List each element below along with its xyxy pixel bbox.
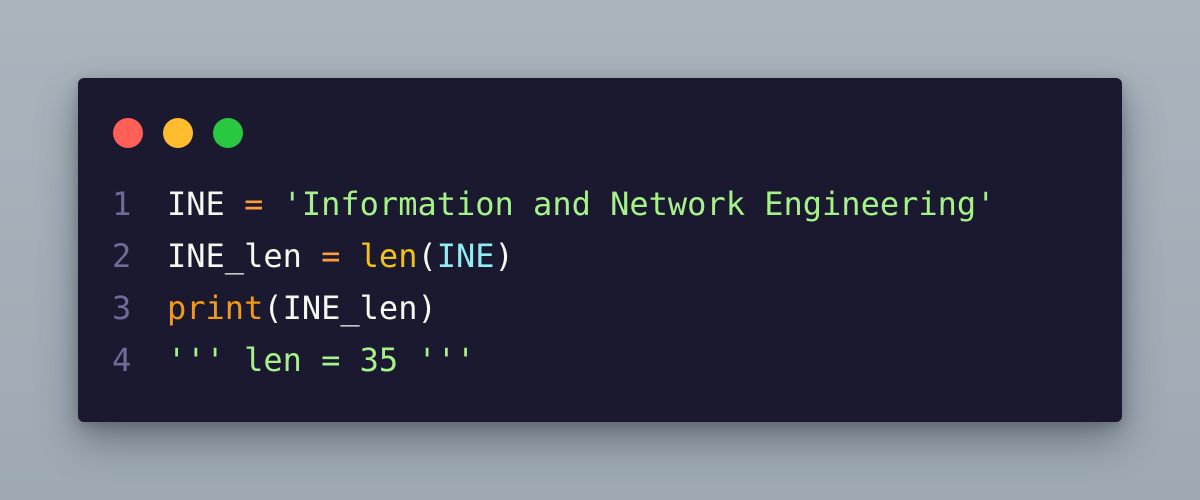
paren-token: ( bbox=[417, 237, 437, 275]
docstring-token: ''' len = 35 ''' bbox=[167, 341, 476, 379]
code-block: 1 INE = 'Information and Network Engineer… bbox=[112, 178, 995, 386]
argument-token: INE_len bbox=[282, 289, 418, 327]
variable-token: INE bbox=[167, 185, 225, 223]
line-number: 1 bbox=[112, 185, 132, 223]
argument-token: INE bbox=[436, 237, 495, 275]
line-number: 2 bbox=[112, 237, 132, 275]
string-token: 'Information and Network Engineering' bbox=[282, 185, 996, 223]
function-token: len bbox=[359, 237, 418, 275]
window-controls bbox=[113, 118, 243, 148]
paren-token: ( bbox=[263, 289, 283, 327]
code-line-2: 2 INE_len = len(INE) bbox=[112, 230, 995, 282]
code-line-4: 4 ''' len = 35 ''' bbox=[112, 334, 995, 386]
minimize-button[interactable] bbox=[163, 118, 193, 148]
paren-token: ) bbox=[494, 237, 514, 275]
operator-token: = bbox=[244, 185, 264, 223]
line-number: 3 bbox=[112, 289, 132, 327]
code-line-3: 3 print(INE_len) bbox=[112, 282, 995, 334]
paren-token: ) bbox=[417, 289, 437, 327]
maximize-button[interactable] bbox=[213, 118, 243, 148]
close-button[interactable] bbox=[113, 118, 143, 148]
variable-token: INE_len bbox=[167, 237, 302, 275]
code-line-1: 1 INE = 'Information and Network Engineer… bbox=[112, 178, 995, 230]
line-number: 4 bbox=[112, 341, 132, 379]
operator-token: = bbox=[321, 237, 341, 275]
function-token: print bbox=[167, 289, 264, 327]
code-window: 1 INE = 'Information and Network Engineer… bbox=[78, 78, 1122, 422]
